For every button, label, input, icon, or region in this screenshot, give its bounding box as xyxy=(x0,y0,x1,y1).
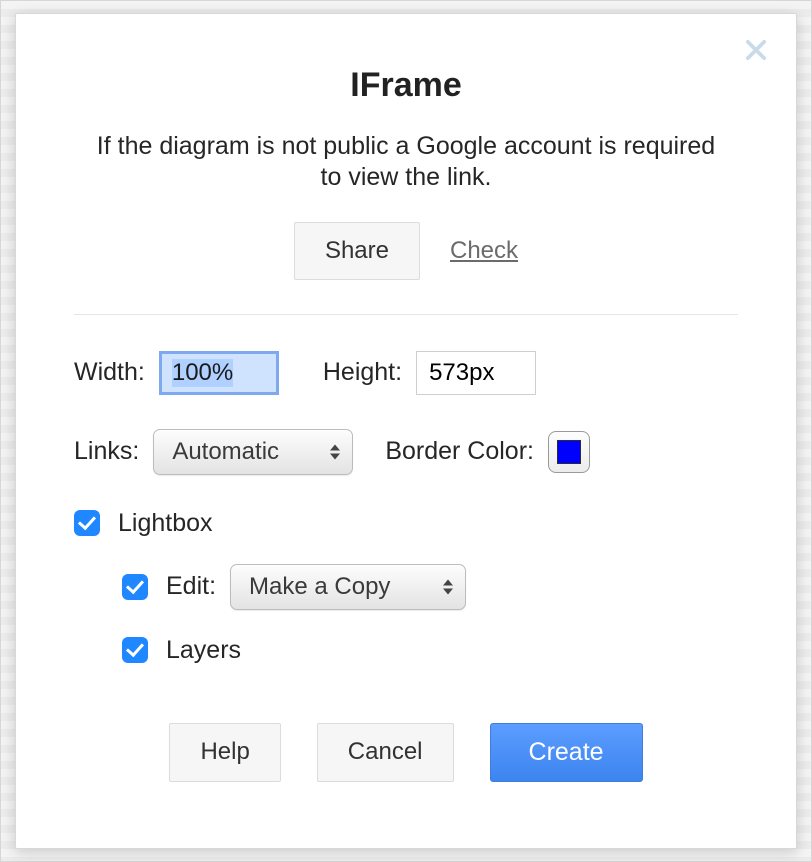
height-input[interactable] xyxy=(416,351,536,395)
edit-label: Edit: xyxy=(166,572,216,601)
width-label: Width: xyxy=(74,358,145,387)
dialog-title: IFrame xyxy=(74,66,738,105)
edit-row: Edit: Make a Copy xyxy=(74,564,738,610)
border-color-picker[interactable] xyxy=(548,431,590,473)
lightbox-label: Lightbox xyxy=(118,509,213,538)
lightbox-checkbox[interactable] xyxy=(74,510,100,536)
border-color-swatch xyxy=(557,440,581,464)
links-border-row: Links: Automatic Border Color: xyxy=(74,429,738,475)
edit-select[interactable]: Make a Copy xyxy=(230,564,466,610)
links-select-value: Automatic xyxy=(172,438,279,466)
height-label: Height: xyxy=(323,358,402,387)
share-row: Share Check xyxy=(74,222,738,280)
layers-checkbox[interactable] xyxy=(122,637,148,663)
edit-checkbox[interactable] xyxy=(122,574,148,600)
layers-row: Layers xyxy=(74,636,738,665)
links-select[interactable]: Automatic xyxy=(153,429,353,475)
dialog-footer: Help Cancel Create xyxy=(74,723,738,782)
chevron-updown-icon xyxy=(330,444,340,459)
options-block: Lightbox Edit: Make a Copy Layers xyxy=(74,509,738,665)
dialog-description: If the diagram is not public a Google ac… xyxy=(86,131,726,194)
help-button[interactable]: Help xyxy=(169,723,280,782)
close-icon[interactable] xyxy=(742,36,770,64)
edit-select-value: Make a Copy xyxy=(249,573,390,601)
border-color-label: Border Color: xyxy=(385,437,534,466)
chevron-updown-icon xyxy=(443,579,453,594)
dimensions-row: Width: Height: xyxy=(74,351,738,395)
check-link[interactable]: Check xyxy=(450,237,518,265)
cancel-button[interactable]: Cancel xyxy=(317,723,454,782)
share-button[interactable]: Share xyxy=(294,222,420,280)
width-input[interactable] xyxy=(159,351,279,395)
layers-label: Layers xyxy=(166,636,241,665)
lightbox-row: Lightbox xyxy=(74,509,738,538)
divider xyxy=(74,314,738,315)
links-label: Links: xyxy=(74,437,139,466)
iframe-dialog: IFrame If the diagram is not public a Go… xyxy=(15,13,797,849)
create-button[interactable]: Create xyxy=(490,723,643,782)
